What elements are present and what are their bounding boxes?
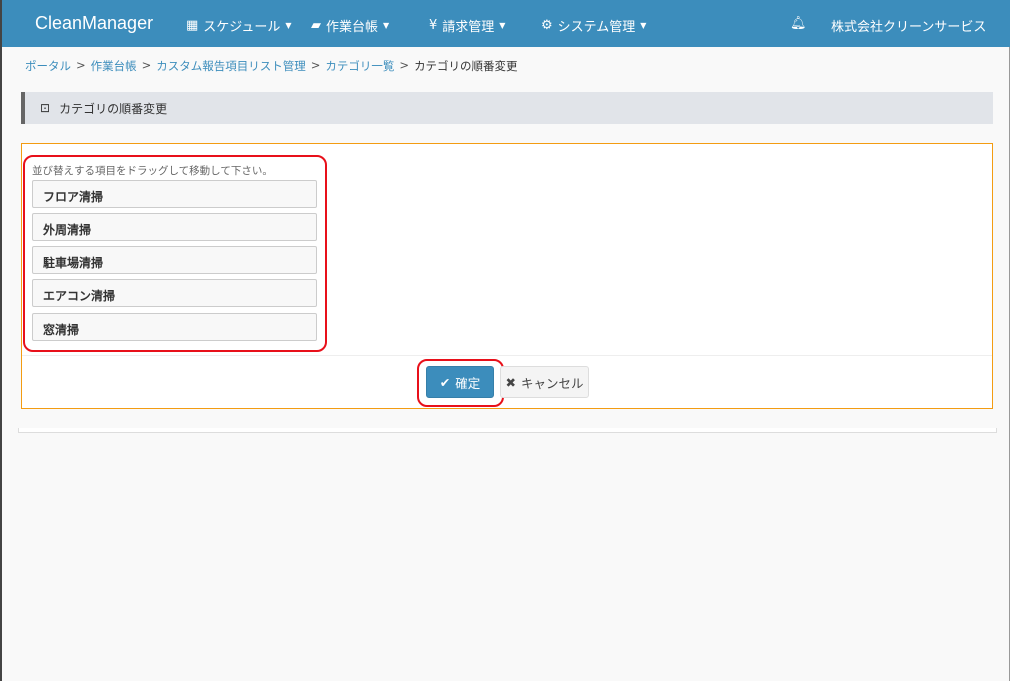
breadcrumb-work-ledger[interactable]: 作業台帳 (91, 58, 137, 74)
confirm-button[interactable]: ✔ 確定 (426, 366, 494, 398)
confirm-label: 確定 (455, 375, 481, 391)
separator: > (399, 58, 410, 72)
caret-down-icon: ▼ (640, 21, 647, 30)
company-menu[interactable]: 株式会社クリーンサービス (831, 16, 986, 35)
sortable-item[interactable]: フロア清掃 (32, 180, 317, 208)
navbar: CleanManager ▦ スケジュール ▼ ▰ 作業台帳 ▼ ¥ 請求管理 ▼ ⚙ システ… (2, 0, 1010, 47)
caret-down-icon: ▼ (383, 21, 390, 30)
sort-icon: ⊡ (40, 101, 51, 115)
sortable-item[interactable]: 駐車場清掃 (32, 246, 317, 274)
box-footer (18, 428, 997, 433)
brand-logo[interactable]: CleanManager (35, 13, 153, 34)
separator: > (76, 58, 86, 72)
separator: > (141, 58, 152, 72)
sortable-item[interactable]: 外周清掃 (32, 213, 317, 241)
sort-panel: 並び替えする項目をドラッグして移動して下さい。 フロア清掃 外周清掃 駐車場清掃… (21, 143, 993, 409)
cancel-label: キャンセル (520, 375, 584, 391)
breadcrumb: ポータル > 作業台帳 > カスタム報告項目リスト管理 > カテゴリ一覧 > カテゴリの… (25, 58, 518, 74)
yen-icon: ¥ (429, 18, 438, 33)
menu-label: システム管理 (557, 20, 636, 35)
breadcrumb-current: カテゴリの順番変更 (414, 59, 518, 73)
menu-system[interactable]: ⚙ システム管理 ▼ (541, 16, 646, 35)
page-header: ⊡ カテゴリの順番変更 (21, 92, 993, 124)
cancel-button[interactable]: ✖ キャンセル (500, 366, 589, 398)
company-name: 株式会社クリーンサービス (831, 20, 987, 35)
drag-hint: 並び替えする項目をドラッグして移動して下さい。 (32, 165, 273, 177)
menu-work-ledger[interactable]: ▰ 作業台帳 ▼ (311, 16, 389, 35)
menu-label: スケジュール (203, 20, 281, 35)
check-icon: ✔ (439, 374, 451, 390)
book-icon: ▰ (311, 18, 321, 33)
menu-billing[interactable]: ¥ 請求管理 ▼ (429, 16, 505, 35)
menu-schedule[interactable]: ▦ スケジュール ▼ (186, 16, 292, 35)
separator: > (310, 58, 321, 72)
caret-down-icon: ▼ (499, 21, 506, 30)
calendar-icon: ▦ (186, 18, 199, 33)
breadcrumb-portal[interactable]: ポータル (25, 58, 71, 74)
breadcrumb-custom-report[interactable]: カスタム報告項目リスト管理 (156, 58, 306, 74)
page-title: カテゴリの順番変更 (59, 101, 168, 116)
gears-icon: ⚙ (541, 18, 553, 33)
notifications-button[interactable]: 🔔︎ (790, 16, 807, 31)
bell-icon: 🔔︎ (790, 16, 807, 31)
breadcrumb-category-list[interactable]: カテゴリ一覧 (325, 58, 394, 74)
menu-label: 請求管理 (442, 20, 495, 35)
close-icon: ✖ (505, 374, 516, 390)
panel-footer-divider (22, 355, 992, 356)
caret-down-icon: ▼ (285, 21, 292, 30)
sortable-item[interactable]: エアコン清掃 (32, 279, 317, 307)
menu-label: 作業台帳 (326, 20, 379, 35)
sortable-item[interactable]: 窓清掃 (32, 313, 317, 341)
